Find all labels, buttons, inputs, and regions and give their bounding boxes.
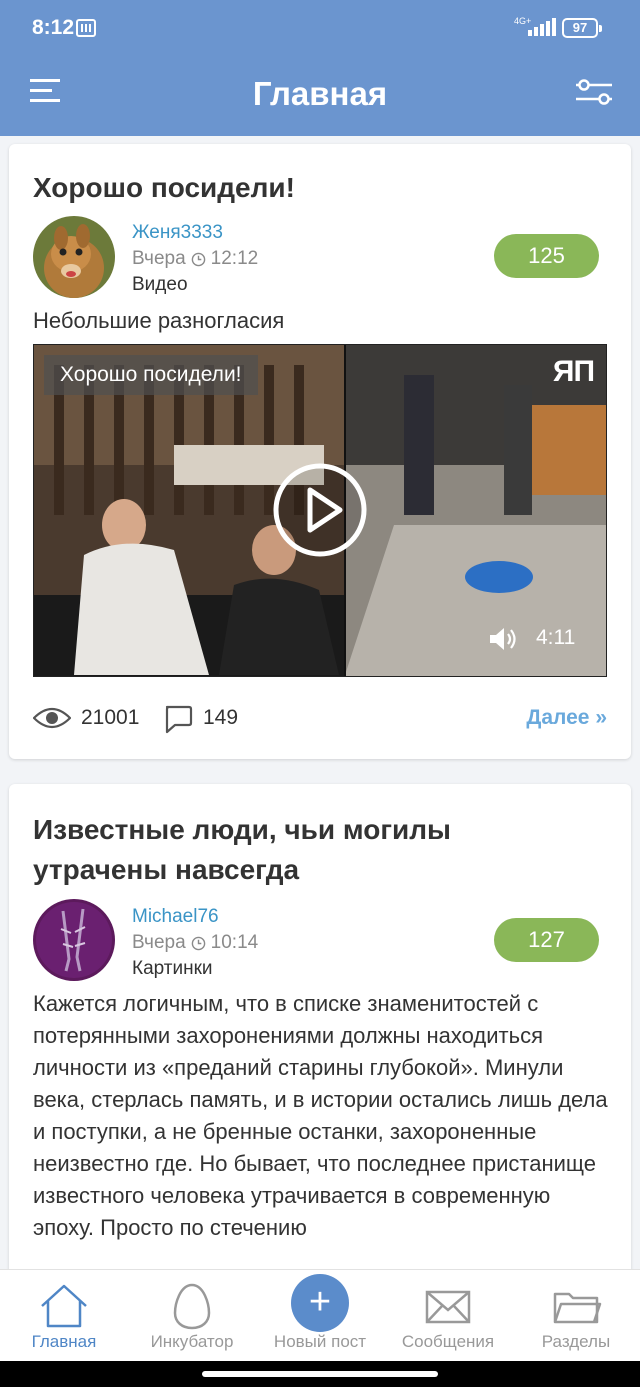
video-caption: Хорошо посидели! [44,355,258,395]
comment-icon[interactable] [163,704,193,734]
volume-icon[interactable] [488,625,520,653]
author-name[interactable]: Michael76 [132,906,219,928]
status-time: 8:12 [32,16,75,39]
video-duration: 4:11 [536,626,576,649]
post-day: Вчера [132,932,186,953]
post-title-line: утрачены навсегда [33,854,300,885]
post-title-line: Известные люди, чьи могилы [33,814,451,845]
post-clock-time: 12:12 [210,248,259,269]
folder-icon [553,1292,602,1324]
post-time: Вчера 12:12 [132,248,258,270]
system-navigation-bar [0,1361,640,1387]
watermark-logo: ЯП [552,355,595,388]
author-name[interactable]: Женя3333 [132,222,223,244]
plus-icon: + [291,1274,349,1332]
bottom-navigation: Главная Инкубатор + Новый пост Сообщения… [0,1269,640,1361]
clock-icon [191,252,205,266]
avatar[interactable] [33,216,115,298]
read-more-link[interactable]: Далее » [526,706,607,730]
nav-label: Новый пост [273,1332,367,1351]
page-title: Главная [252,75,388,112]
post-title[interactable]: Известные люди, чьи могилы утрачены навс… [33,810,451,890]
post-card[interactable]: Хорошо посидели! Женя3333 Вчера 12:12 Ви… [9,144,631,759]
battery-icon: 97 [562,18,602,38]
post-day: Вчера [132,248,186,269]
post-time: Вчера 10:14 [132,932,258,954]
post-subtitle: Небольшие разногласия [33,308,285,333]
status-bar: 8:12 4G+ 97 [0,0,640,56]
filter-settings-icon[interactable] [574,78,614,106]
clock-icon [191,936,205,950]
nav-label: Сообщения [401,1332,495,1351]
nav-item-incubator[interactable]: Инкубатор [128,1270,256,1362]
video-player[interactable]: Хорошо посидели! ЯП 4:11 [33,344,607,677]
post-body-text: Кажется логичным, что в списке знаменито… [33,991,608,1240]
post-type: Картинки [132,958,213,979]
sim-icon [76,19,96,37]
home-indicator[interactable] [202,1371,438,1377]
comments-count[interactable]: 149 [203,706,238,730]
egg-icon [173,1283,211,1330]
envelope-icon [425,1290,471,1324]
nav-label: Разделы [541,1332,611,1351]
post-type: Видео [132,274,188,295]
eye-icon [33,707,71,729]
nav-item-sections[interactable]: Разделы [512,1270,640,1362]
post-title[interactable]: Хорошо посидели! [33,168,295,208]
avatar[interactable] [33,899,115,981]
rating-badge[interactable]: 127 [494,918,599,962]
play-icon[interactable] [272,462,368,558]
rating-badge[interactable]: 125 [494,234,599,278]
post-stats: 21001 149 Далее » [33,704,607,734]
post-card[interactable]: Известные люди, чьи могилы утрачены навс… [9,784,631,1269]
nav-label: Инкубатор [150,1332,234,1351]
post-clock-time: 10:14 [210,932,259,953]
home-icon [41,1284,87,1328]
nav-item-home[interactable]: Главная [0,1270,128,1362]
post-feed[interactable]: Хорошо посидели! Женя3333 Вчера 12:12 Ви… [0,136,640,1269]
nav-item-messages[interactable]: Сообщения [384,1270,512,1362]
app-header: Главная [0,56,640,136]
signal-icon [528,18,556,36]
views-count: 21001 [81,706,140,729]
nav-label: Главная [31,1332,97,1351]
nav-item-new-post[interactable]: + Новый пост [256,1270,384,1362]
